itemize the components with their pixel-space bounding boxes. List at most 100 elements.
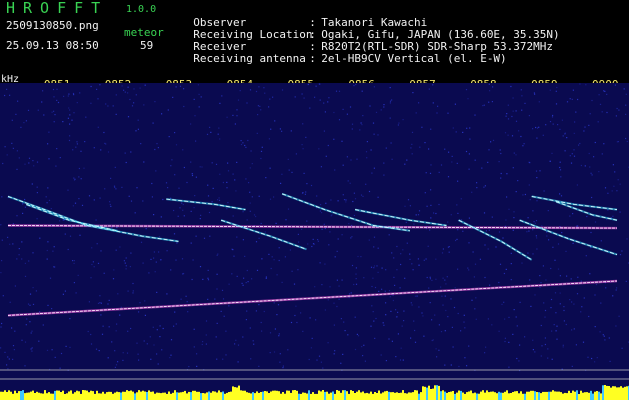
level-bar bbox=[64, 394, 66, 400]
level-bar bbox=[398, 393, 400, 400]
noise-dot bbox=[400, 347, 402, 349]
noise-dot bbox=[576, 184, 578, 186]
noise-dot bbox=[380, 354, 382, 356]
noise-dot bbox=[504, 340, 506, 343]
noise-dot bbox=[450, 298, 452, 300]
noise-dot bbox=[402, 119, 404, 121]
noise-dot bbox=[235, 339, 237, 341]
level-bar bbox=[280, 393, 282, 400]
noise-dot bbox=[132, 282, 134, 285]
noise-dot bbox=[487, 248, 489, 250]
noise-dot bbox=[207, 195, 210, 197]
noise-dot bbox=[324, 263, 326, 265]
noise-dot bbox=[120, 306, 122, 308]
level-bar bbox=[498, 391, 500, 400]
level-bar bbox=[262, 391, 264, 400]
noise-dot bbox=[249, 167, 251, 169]
noise-dot bbox=[364, 360, 366, 362]
noise-dot bbox=[529, 162, 531, 164]
level-bar bbox=[544, 391, 546, 400]
noise-dot bbox=[605, 287, 607, 289]
noise-dot bbox=[73, 112, 75, 114]
noise-dot bbox=[444, 295, 446, 297]
noise-dot bbox=[393, 276, 395, 278]
noise-dot bbox=[431, 319, 433, 321]
level-bar bbox=[284, 393, 286, 400]
noise-dot bbox=[240, 143, 243, 146]
level-bar bbox=[352, 391, 354, 400]
noise-dot bbox=[505, 268, 507, 270]
noise-dot bbox=[255, 310, 257, 312]
noise-dot bbox=[167, 109, 169, 111]
noise-dot bbox=[535, 126, 537, 129]
noise-dot bbox=[335, 90, 338, 92]
noise-dot bbox=[502, 237, 504, 239]
noise-dot bbox=[569, 215, 571, 217]
noise-dot bbox=[334, 169, 336, 171]
noise-dot bbox=[363, 277, 365, 279]
noise-dot bbox=[125, 268, 127, 270]
noise-dot bbox=[513, 309, 515, 311]
noise-dot bbox=[534, 93, 536, 95]
noise-dot bbox=[399, 359, 402, 361]
noise-dot bbox=[153, 251, 155, 253]
noise-dot bbox=[215, 163, 218, 165]
noise-dot bbox=[365, 151, 368, 153]
noise-dot bbox=[507, 118, 510, 120]
noise-dot bbox=[27, 303, 30, 305]
noise-dot bbox=[557, 268, 560, 270]
noise-dot bbox=[91, 263, 93, 266]
noise-dot bbox=[417, 258, 419, 260]
level-bar bbox=[608, 386, 610, 400]
noise-dot bbox=[527, 217, 529, 219]
noise-dot bbox=[452, 127, 454, 129]
noise-dot bbox=[42, 324, 44, 326]
level-bar bbox=[396, 392, 398, 400]
noise-dot bbox=[121, 85, 123, 87]
noise-dot bbox=[550, 298, 553, 301]
noise-dot bbox=[594, 221, 597, 223]
noise-dot bbox=[270, 267, 272, 270]
noise-dot bbox=[268, 253, 270, 255]
noise-dot bbox=[563, 320, 565, 322]
noise-dot bbox=[316, 359, 318, 361]
noise-dot bbox=[36, 161, 39, 163]
noise-dot bbox=[67, 189, 69, 191]
noise-dot bbox=[411, 153, 413, 155]
noise-dot bbox=[109, 201, 111, 203]
noise-dot bbox=[30, 348, 32, 350]
noise-dot bbox=[113, 269, 115, 271]
noise-dot bbox=[528, 184, 530, 186]
noise-dot bbox=[260, 222, 262, 225]
noise-dot bbox=[193, 346, 195, 348]
noise-dot bbox=[207, 269, 209, 271]
noise-dot bbox=[424, 142, 426, 144]
noise-dot bbox=[615, 325, 617, 327]
noise-dot bbox=[513, 152, 515, 154]
level-bar bbox=[462, 392, 464, 400]
level-bar bbox=[248, 392, 250, 400]
level-bar bbox=[618, 387, 620, 400]
level-bar bbox=[484, 392, 486, 400]
noise-dot bbox=[311, 245, 313, 248]
level-bar bbox=[78, 391, 80, 400]
noise-dot bbox=[144, 300, 146, 302]
noise-dot bbox=[370, 149, 372, 151]
noise-dot bbox=[409, 253, 411, 255]
noise-dot bbox=[216, 254, 218, 256]
level-bar bbox=[266, 391, 268, 400]
noise-dot bbox=[360, 194, 363, 196]
noise-dot bbox=[279, 353, 281, 355]
noise-dot bbox=[232, 249, 234, 251]
noise-dot bbox=[21, 241, 23, 243]
noise-dot bbox=[133, 102, 135, 104]
noise-dot bbox=[124, 262, 126, 264]
noise-dot bbox=[174, 174, 176, 176]
level-bar bbox=[522, 393, 524, 400]
noise-dot bbox=[476, 182, 478, 184]
noise-dot bbox=[75, 146, 77, 148]
noise-dot bbox=[193, 207, 195, 209]
noise-dot bbox=[156, 291, 158, 293]
noise-dot bbox=[476, 187, 478, 189]
noise-dot bbox=[26, 318, 28, 320]
